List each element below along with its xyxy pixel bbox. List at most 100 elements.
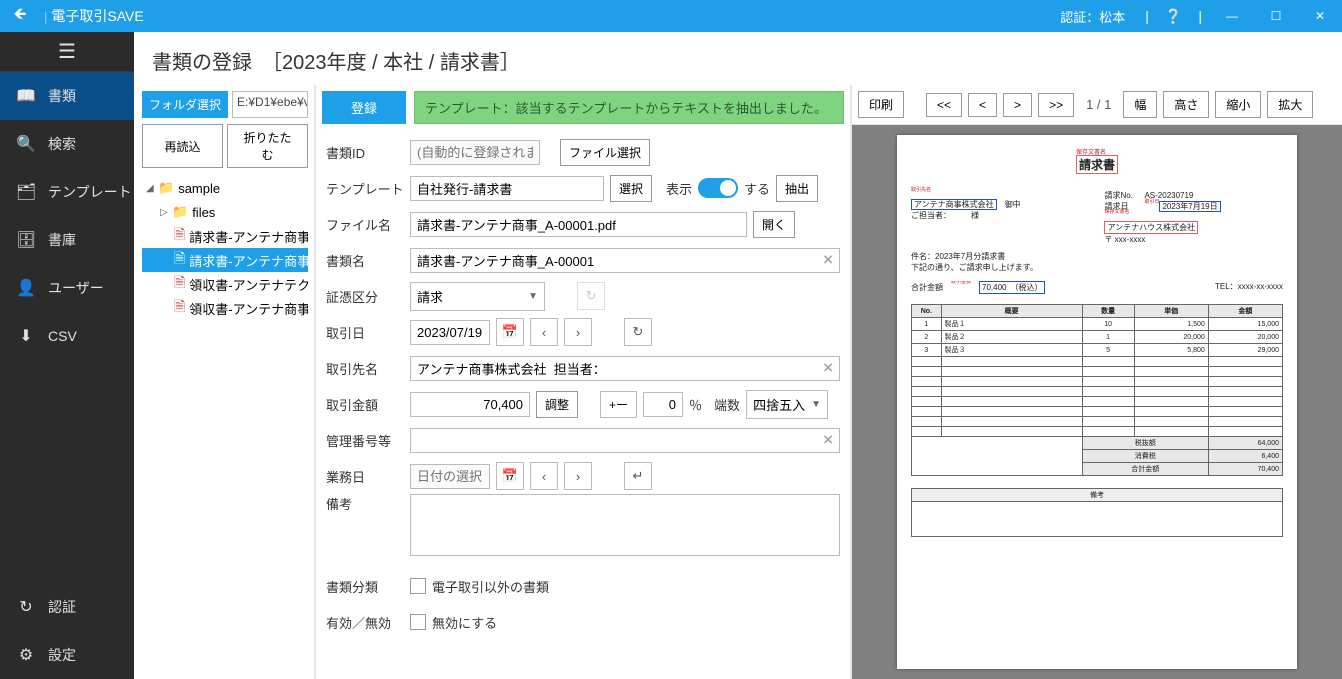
folder-path: E:¥D1¥ebe¥v20 — [232, 91, 308, 118]
docname-field[interactable] — [410, 248, 840, 273]
sidebar-item-auth[interactable]: ↻ 認証 — [0, 583, 134, 631]
sidebar-item-search[interactable]: 🔍 検索 — [0, 120, 134, 168]
calendar-icon[interactable]: 📅 — [496, 318, 524, 346]
template-field[interactable] — [410, 176, 604, 201]
percent-field[interactable] — [643, 392, 683, 417]
sidebar-item-users[interactable]: 👤 ユーザー — [0, 264, 134, 312]
sidebar: ☰ 📖 書類 🔍 検索 🗂 テンプレート 🗄 書庫 👤 ユーザー ⬇ CSV ↻ — [0, 32, 134, 679]
tree-folder[interactable]: ◢📁sample — [142, 176, 308, 200]
file-select-button[interactable]: ファイル選択 — [560, 139, 650, 166]
zoom-in-button[interactable]: 拡大 — [1267, 91, 1313, 118]
show-label: 表示 — [666, 179, 692, 198]
zoom-out-button[interactable]: 縮小 — [1215, 91, 1261, 118]
register-button[interactable]: 登録 — [322, 91, 406, 124]
first-page-button[interactable]: << — [926, 93, 962, 117]
fraction-label: 端数 — [714, 395, 740, 414]
search-icon: 🔍 — [16, 134, 36, 154]
plus-minus[interactable]: +ー — [600, 391, 637, 418]
sidebar-item-documents[interactable]: 📖 書類 — [0, 72, 134, 120]
fit-width-button[interactable]: 幅 — [1123, 91, 1157, 118]
preview-panel: 印刷 << < > >> 1 / 1 幅 高さ 縮小 拡大 保存文書名 — [852, 85, 1342, 679]
date-prev-button[interactable]: ‹ — [530, 318, 558, 346]
doc-id-field — [410, 140, 540, 165]
tree-file[interactable]: 🗎領収書-アンテナテクノロジ — [142, 272, 308, 296]
maximize-button[interactable]: ☐ — [1254, 0, 1298, 32]
remarks-field[interactable] — [410, 494, 840, 556]
label-enabled: 有効／無効 — [326, 613, 404, 632]
sidebar-item-archive[interactable]: 🗄 書庫 — [0, 216, 134, 264]
sidebar-item-settings[interactable]: ⚙ 設定 — [0, 631, 134, 679]
show-toggle[interactable] — [698, 178, 738, 198]
collapse-button[interactable]: 折りたたむ — [227, 124, 308, 168]
tx-date-field[interactable] — [410, 320, 490, 345]
date-next-button[interactable]: › — [564, 462, 592, 490]
help-icon[interactable]: ❔ — [1165, 8, 1182, 25]
minimize-button[interactable]: — — [1210, 0, 1254, 32]
enabled-checkbox[interactable] — [410, 614, 426, 630]
archive-icon: 🗄 — [16, 230, 36, 250]
amount-field[interactable] — [410, 392, 530, 417]
date-next-button[interactable]: › — [564, 318, 592, 346]
back-button[interactable]: 🡸 — [0, 3, 40, 30]
extract-button[interactable]: 抽出 — [776, 175, 818, 202]
sidebar-item-label: 設定 — [48, 645, 76, 665]
main-area: ☰ 📖 書類 🔍 検索 🗂 テンプレート 🗄 書庫 👤 ユーザー ⬇ CSV ↻ — [0, 32, 1342, 679]
label-template: テンプレート — [326, 179, 404, 198]
auth-label: 認証：松本 — [1060, 7, 1125, 26]
clear-icon[interactable]: ✕ — [822, 360, 834, 377]
print-button[interactable]: 印刷 — [858, 91, 904, 118]
template-message: テンプレート：該当するテンプレートからテキストを抽出しました。 — [414, 91, 844, 124]
category-checkbox[interactable] — [410, 578, 426, 594]
voucher-select[interactable]: 請求▼ — [410, 282, 545, 311]
enter-icon[interactable]: ↵ — [624, 462, 652, 490]
biz-date-field[interactable] — [410, 464, 490, 489]
book-icon: 📖 — [16, 86, 36, 106]
title-separator: | — [44, 9, 47, 24]
sidebar-item-label: 検索 — [48, 134, 76, 154]
sidebar-item-templates[interactable]: 🗂 テンプレート — [0, 168, 134, 216]
next-page-button[interactable]: > — [1003, 93, 1032, 117]
label-category: 書類分類 — [326, 577, 404, 596]
doc-table: No. 概要 数量 単価 金額 1製品１101,50015,000 2製品２12… — [911, 304, 1283, 476]
clear-icon[interactable]: ✕ — [822, 252, 834, 269]
label-doc-id: 書類ID — [326, 143, 404, 162]
folder-tree: ◢📁sample ▷📁files 🗎請求書-アンテナ商事2_A 🗎請求書-アンテ… — [142, 176, 308, 320]
tree-file[interactable]: 🗎領収書-アンテナ商事_A — [142, 296, 308, 320]
preview-viewport[interactable]: 保存文書名 請求書 取引先名 アンテナ商事株式会社 御中 ご担当者： 様 請求N… — [852, 125, 1342, 679]
refresh-icon[interactable]: ↻ — [624, 318, 652, 346]
fit-height-button[interactable]: 高さ — [1163, 91, 1209, 118]
user-icon: 👤 — [16, 278, 36, 298]
folder-select-button[interactable]: フォルダ選択 — [142, 91, 228, 118]
calendar-icon[interactable]: 📅 — [496, 462, 524, 490]
clear-icon[interactable]: ✕ — [822, 432, 834, 449]
fraction-select[interactable]: 四捨五入▼ — [746, 390, 828, 419]
tree-file[interactable]: 🗎請求書-アンテナ商事_A — [142, 248, 308, 272]
template-icon: 🗂 — [16, 182, 36, 202]
close-button[interactable]: ✕ — [1298, 0, 1342, 32]
preview-toolbar: 印刷 << < > >> 1 / 1 幅 高さ 縮小 拡大 — [852, 85, 1342, 125]
template-select-button[interactable]: 選択 — [610, 175, 652, 202]
title-bar: 🡸 | 電子取引SAVE 認証：松本 | ❔ | — ☐ ✕ — [0, 0, 1342, 32]
label-filename: ファイル名 — [326, 215, 404, 234]
sidebar-item-csv[interactable]: ⬇ CSV — [0, 312, 134, 360]
prev-page-button[interactable]: < — [968, 93, 997, 117]
partner-field[interactable] — [410, 356, 840, 381]
label-partner: 取引先名 — [326, 359, 404, 378]
ctrl-no-field[interactable] — [410, 428, 840, 453]
filename-field[interactable] — [410, 212, 747, 237]
label-remarks: 備考 — [326, 494, 404, 513]
last-page-button[interactable]: >> — [1038, 93, 1074, 117]
gear-icon: ⚙ — [16, 645, 36, 665]
tree-file[interactable]: 🗎請求書-アンテナ商事2_A — [142, 224, 308, 248]
hamburger-icon[interactable]: ☰ — [0, 32, 134, 72]
folder-panel: フォルダ選択 E:¥D1¥ebe¥v20 再読込 折りたたむ ◢📁sample … — [134, 85, 316, 679]
label-docname: 書類名 — [326, 251, 404, 270]
reload-button[interactable]: 再読込 — [142, 124, 223, 168]
label-biz-date: 業務日 — [326, 467, 404, 486]
date-prev-button[interactable]: ‹ — [530, 462, 558, 490]
adjust-button[interactable]: 調整 — [536, 391, 578, 418]
tree-folder[interactable]: ▷📁files — [142, 200, 308, 224]
sidebar-item-label: 書庫 — [48, 230, 76, 250]
label-voucher: 証憑区分 — [326, 287, 404, 306]
open-button[interactable]: 開く — [753, 211, 795, 238]
